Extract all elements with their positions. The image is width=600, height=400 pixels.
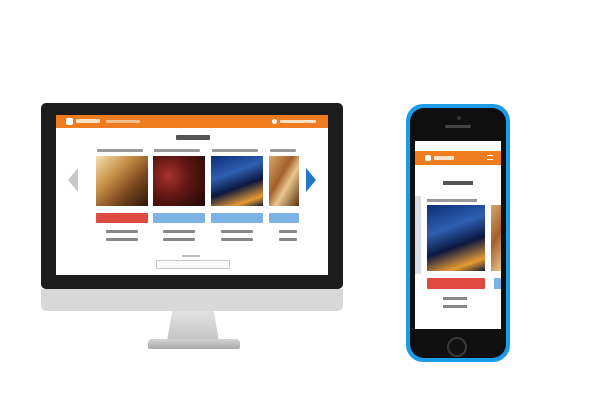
site-logo-text[interactable]: [76, 119, 100, 123]
pager-label: [182, 255, 200, 257]
card-info-line: [221, 238, 253, 241]
card-info-line: [279, 238, 297, 241]
site-header: [56, 115, 328, 128]
card-info-line: [443, 305, 467, 308]
reserve-button[interactable]: [96, 213, 148, 223]
mobile-screen: [415, 141, 501, 329]
card-caption: [212, 149, 258, 152]
reserve-button[interactable]: [211, 213, 263, 223]
desktop-screen: [56, 115, 328, 275]
card-caption: [154, 149, 200, 152]
card-info-line: [106, 238, 138, 241]
restaurant-card[interactable]: [269, 148, 299, 251]
header-nav-link[interactable]: [106, 120, 140, 123]
card-caption: [427, 199, 477, 202]
section-title: [443, 181, 473, 185]
monitor-stand: [167, 311, 219, 341]
card-info-line: [163, 238, 195, 241]
adjacent-card-right[interactable]: [491, 205, 501, 271]
card-info-line: [106, 230, 138, 233]
speaker-icon: [445, 125, 471, 128]
restaurant-photo[interactable]: [211, 156, 263, 206]
reserve-button[interactable]: [427, 278, 485, 289]
card-caption: [270, 149, 296, 152]
card-info-line: [443, 297, 467, 300]
site-logo-icon[interactable]: [66, 118, 73, 125]
adjacent-card-left[interactable]: [415, 196, 421, 274]
restaurant-card[interactable]: [96, 148, 148, 251]
carousel-next-arrow-icon[interactable]: [306, 168, 316, 192]
site-logo-text[interactable]: [434, 156, 454, 160]
mobile-header: [415, 151, 501, 165]
adjacent-card-button[interactable]: [494, 278, 501, 289]
card-info-line: [221, 230, 253, 233]
restaurant-photo[interactable]: [427, 205, 485, 271]
header-account-link[interactable]: [280, 120, 316, 123]
monitor-stand-base: [148, 339, 240, 349]
front-camera-icon: [457, 116, 461, 120]
hamburger-menu-icon[interactable]: [487, 155, 493, 160]
card-info-line: [279, 230, 297, 233]
carousel-prev-arrow-icon[interactable]: [68, 168, 78, 192]
pagination-select[interactable]: [156, 260, 230, 269]
restaurant-photo[interactable]: [269, 156, 299, 206]
card-caption: [97, 149, 143, 152]
restaurant-photo[interactable]: [96, 156, 148, 206]
reserve-button[interactable]: [153, 213, 205, 223]
restaurant-card[interactable]: [211, 148, 263, 251]
restaurant-card[interactable]: [153, 148, 205, 251]
restaurant-photo[interactable]: [153, 156, 205, 206]
user-icon[interactable]: [272, 119, 277, 124]
card-info-line: [163, 230, 195, 233]
monitor-chin: [41, 289, 343, 311]
section-title: [176, 135, 210, 140]
site-logo-icon[interactable]: [425, 155, 431, 161]
reserve-button[interactable]: [269, 213, 299, 223]
home-button-icon[interactable]: [447, 337, 467, 357]
